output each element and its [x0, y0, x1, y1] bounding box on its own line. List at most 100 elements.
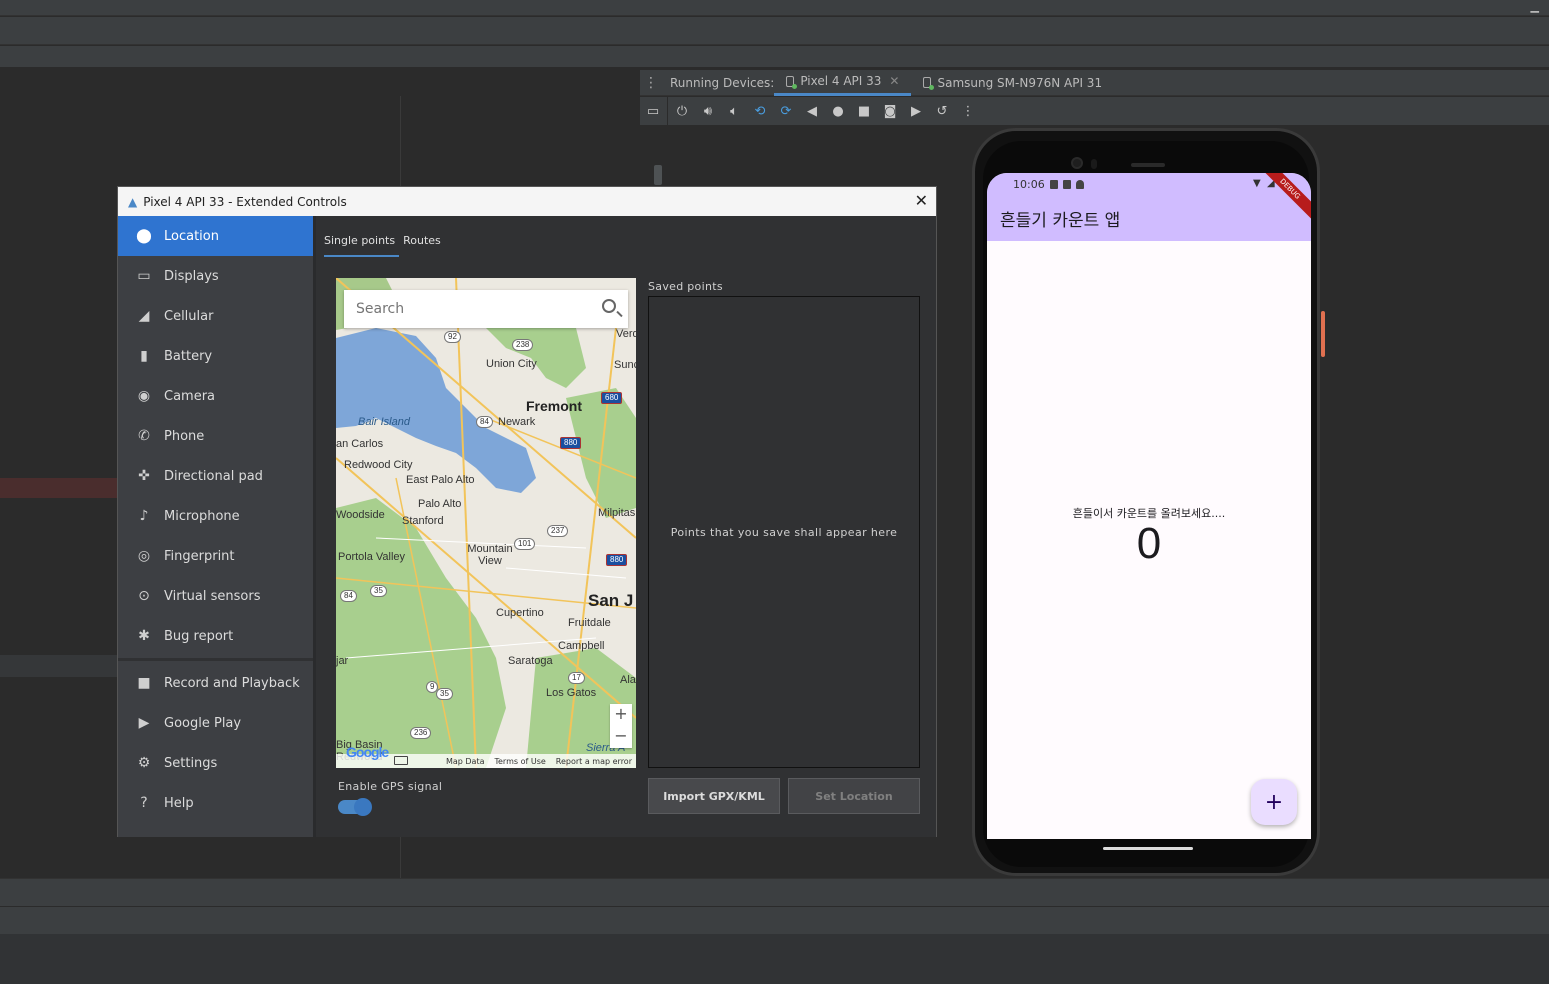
tab-pixel-4-api-33[interactable]: Pixel 4 API 33 ✕ — [774, 70, 912, 96]
map-data-link[interactable]: Map Data — [446, 757, 485, 766]
gps-toggle[interactable] — [338, 798, 372, 816]
sidebar-item-settings[interactable]: ⚙ Settings — [118, 743, 313, 783]
phone-screen[interactable]: 10:06 ▼ ◢ 흔들기 카운트 앱 DEBUG 흔들이서 카운트를 올려보세… — [987, 173, 1311, 839]
minimize-icon[interactable]: ▁ — [1531, 0, 1539, 13]
snapshot-icon[interactable]: ↺ — [929, 99, 955, 123]
tab-routes[interactable]: Routes — [403, 234, 445, 257]
status-bar: 10:06 ▼ ◢ — [987, 173, 1311, 195]
map-label: Los Gatos — [546, 687, 597, 699]
power-side-button[interactable] — [1321, 311, 1325, 357]
home-icon[interactable]: ● — [825, 99, 851, 123]
device-phone-icon — [923, 77, 935, 90]
increment-fab-button[interactable]: + — [1251, 779, 1297, 825]
power-icon[interactable]: ⏻ — [669, 99, 695, 123]
highway-shield: 17 — [568, 672, 585, 684]
ide-window: ▁ ⋮ Running Devices: Pixel 4 API 33 ✕ Sa… — [0, 0, 1549, 984]
gps-label: Enable GPS signal — [338, 780, 443, 793]
sidebar-item-label: Settings — [164, 755, 218, 771]
zoom-out-button[interactable]: − — [610, 726, 632, 748]
camera-icon: ◉ — [137, 388, 151, 404]
sidebar-item-location[interactable]: ⬤ Location — [118, 216, 313, 256]
terms-of-use-link[interactable]: Terms of Use — [494, 757, 545, 766]
search-icon[interactable] — [602, 299, 616, 313]
import-gpx-kml-button[interactable]: Import GPX/KML — [648, 778, 780, 814]
sidebar-item-help[interactable]: ? Help — [118, 783, 313, 823]
microphone-icon: ♪ — [139, 508, 149, 524]
report-map-error-link[interactable]: Report a map error — [556, 757, 632, 766]
map-label: an Carlos — [336, 438, 384, 450]
chart-icon — [1062, 179, 1071, 189]
sidebar-item-bug-report[interactable]: ✱ Bug report — [118, 616, 313, 656]
more-icon[interactable]: ⋮ — [955, 99, 981, 123]
editor-highlight-line — [0, 478, 118, 498]
rotate-right-icon[interactable]: ⟳ — [773, 99, 799, 123]
sidebar-item-microphone[interactable]: ♪ Microphone — [118, 496, 313, 536]
close-icon[interactable]: ✕ — [915, 191, 928, 210]
sidebar-item-camera[interactable]: ◉ Camera — [118, 376, 313, 416]
map-label: Campbell — [558, 640, 605, 652]
map-label: Fruitdale — [568, 617, 611, 629]
android-studio-icon: ▲ — [128, 194, 138, 209]
map-label: Ala — [620, 674, 636, 686]
saved-points-label: Saved points — [648, 280, 723, 293]
highway-shield: 84 — [340, 590, 357, 602]
map-label: Redwood City — [344, 459, 413, 471]
map-label: Mountain View — [467, 543, 513, 567]
editor-scrollbar[interactable] — [654, 165, 662, 185]
extended-controls-title-bar[interactable]: ▲ Pixel 4 API 33 - Extended Controls ✕ — [118, 187, 936, 216]
kebab-menu-icon[interactable]: ⋮ — [640, 75, 662, 91]
sidebar-divider — [118, 658, 313, 661]
sidebar-item-label: Location — [164, 228, 219, 244]
editor-gray-line — [0, 655, 118, 677]
toolbar-separator — [667, 97, 668, 125]
volume-up-icon[interactable]: 🔊︎ — [695, 99, 721, 123]
highway-shield: 236 — [410, 727, 432, 739]
saved-points-list[interactable]: Points that you save shall appear here — [648, 296, 920, 768]
sidebar-item-cellular[interactable]: ◢ Cellular — [118, 296, 313, 336]
tab-single-points[interactable]: Single points — [324, 234, 400, 257]
map-label: Sunc — [614, 359, 636, 371]
map-search-box[interactable] — [344, 290, 628, 328]
extended-controls-sidebar: ⬤ Location ▭ Displays ◢ Cellular ▮ Battery ◉… — [118, 216, 313, 837]
overview-icon[interactable]: ■ — [851, 99, 877, 123]
keyboard-icon[interactable] — [394, 756, 408, 765]
record-icon: ■ — [137, 675, 151, 691]
sidebar-item-directional-pad[interactable]: ✜ Directional pad — [118, 456, 313, 496]
sidebar-item-label: Google Play — [164, 715, 242, 731]
device-phone-icon — [786, 75, 798, 89]
close-icon[interactable]: ✕ — [889, 74, 899, 88]
sidebar-item-google-play[interactable]: ▶ Google Play — [118, 703, 313, 743]
sidebar-item-virtual-sensors[interactable]: ⊙ Virtual sensors — [118, 576, 313, 616]
gesture-nav-handle[interactable] — [1103, 847, 1193, 850]
tab-label: Samsung SM-N976N API 31 — [937, 75, 1103, 90]
map-label: Bair Island — [358, 416, 410, 428]
set-location-button[interactable]: Set Location — [788, 778, 920, 814]
back-icon[interactable]: ◀ — [799, 99, 825, 123]
sidebar-item-label: Virtual sensors — [164, 588, 261, 604]
tab-samsung-device[interactable]: Samsung SM-N976N API 31 — [911, 70, 1114, 96]
screenshot-icon[interactable]: ◙ — [877, 99, 903, 123]
highway-shield: 35 — [436, 688, 453, 700]
map-view[interactable]: Union City Fremont Newark Bair Island an… — [336, 278, 636, 768]
sidebar-item-fingerprint[interactable]: ◎ Fingerprint — [118, 536, 313, 576]
running-devices-tab-bar: ⋮ Running Devices: Pixel 4 API 33 ✕ Sams… — [640, 70, 1549, 96]
screenrecord-icon[interactable]: ▶ — [903, 99, 929, 123]
rotate-left-icon[interactable]: ⟲ — [747, 99, 773, 123]
tab-label: Pixel 4 API 33 — [800, 74, 882, 88]
sidebar-item-displays[interactable]: ▭ Displays — [118, 256, 313, 296]
sidebar-item-phone[interactable]: ✆ Phone — [118, 416, 313, 456]
sidebar-item-record-and-playback[interactable]: ■ Record and Playback — [118, 663, 313, 703]
highway-shield: 35 — [370, 585, 387, 597]
volume-down-icon[interactable]: 🔈︎ — [721, 99, 747, 123]
sidebar-item-label: Directional pad — [164, 468, 263, 484]
cloud-icon — [1075, 179, 1084, 189]
display-icon[interactable]: ▭ — [640, 99, 666, 123]
sidebar-item-battery[interactable]: ▮ Battery — [118, 336, 313, 376]
map-label: Stanford — [402, 515, 444, 527]
map-label: Cupertino — [496, 607, 544, 619]
bug-icon: ✱ — [138, 628, 150, 644]
map-search-input[interactable] — [356, 301, 586, 317]
google-logo: Google — [346, 744, 389, 760]
zoom-in-button[interactable]: + — [610, 704, 632, 726]
sidebar-item-label: Bug report — [164, 628, 234, 644]
